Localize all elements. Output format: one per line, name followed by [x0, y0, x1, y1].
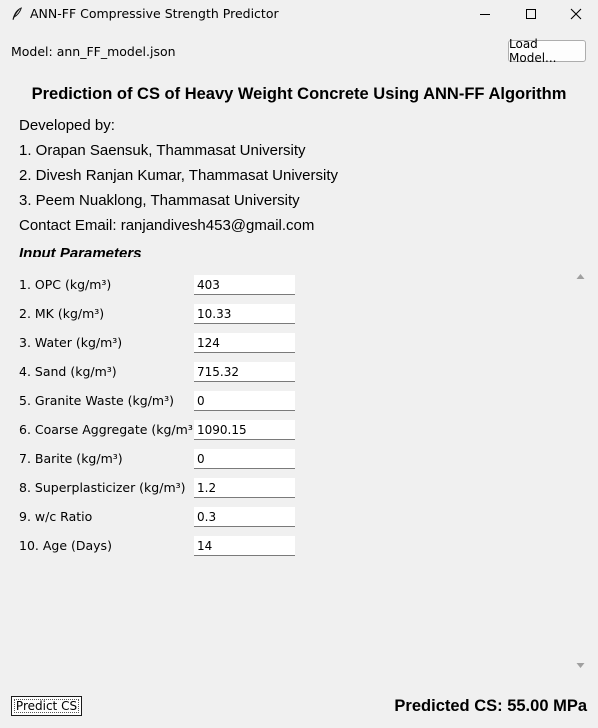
granite-waste-input[interactable]: 0	[194, 391, 295, 411]
predict-button-label: Predict CS	[15, 699, 78, 713]
param-label: 3. Water (kg/m³)	[19, 335, 123, 350]
scroll-track[interactable]	[572, 282, 573, 660]
page-title: Prediction of CS of Heavy Weight Concret…	[31, 85, 567, 103]
load-model-button[interactable]: Load Model...	[508, 37, 586, 65]
wc-ratio-input[interactable]: 0.3	[194, 507, 295, 527]
author-line: 2. Divesh Ranjan Kumar, Thammasat Univer…	[19, 167, 339, 184]
title-bar[interactable]: ANN-FF Compressive Strength Predictor	[0, 0, 598, 28]
parameters-panel: 1. OPC (kg/m³) 403 2. MK (kg/m³) 10.33 3…	[11, 266, 587, 676]
param-label: 5. Granite Waste (kg/m³)	[19, 393, 174, 408]
param-label: 8. Superplasticizer (kg/m³)	[19, 480, 186, 495]
param-label: 4. Sand (kg/m³)	[19, 364, 117, 379]
minimize-button[interactable]	[462, 0, 508, 28]
maximize-button[interactable]	[508, 0, 554, 28]
coarse-aggregate-input[interactable]: 1090.15	[194, 420, 295, 440]
param-label: 2. MK (kg/m³)	[19, 306, 105, 321]
minimize-icon	[480, 14, 490, 15]
param-label: 1. OPC (kg/m³)	[19, 277, 112, 292]
window-title: ANN-FF Compressive Strength Predictor	[30, 6, 279, 21]
maximize-icon	[526, 9, 536, 19]
vertical-scrollbar[interactable]	[572, 266, 588, 676]
scroll-down-arrow-icon[interactable]	[576, 662, 585, 669]
predicted-cs-result: Predicted CS: 55.00 MPa	[394, 697, 587, 715]
param-label: 7. Barite (kg/m³)	[19, 451, 123, 466]
opc-input[interactable]: 403	[194, 275, 295, 295]
superplasticizer-input[interactable]: 1.2	[194, 478, 295, 498]
feather-icon	[9, 6, 25, 22]
param-label: 9. w/c Ratio	[19, 509, 93, 524]
input-parameters-label: Input Parameters	[19, 245, 142, 257]
close-icon	[570, 8, 582, 20]
close-button[interactable]	[553, 0, 598, 28]
water-input[interactable]: 124	[194, 333, 295, 353]
scroll-up-arrow-icon[interactable]	[576, 273, 585, 280]
param-label: 10. Age (Days)	[19, 538, 112, 553]
mk-input[interactable]: 10.33	[194, 304, 295, 324]
author-line: 3. Peem Nuaklong, Thammasat University	[19, 192, 300, 209]
age-input[interactable]: 14	[194, 536, 295, 556]
developed-by-label: Developed by:	[19, 117, 115, 134]
author-line: 1. Orapan Saensuk, Thammasat University	[19, 142, 306, 159]
sand-input[interactable]: 715.32	[194, 362, 295, 382]
barite-input[interactable]: 0	[194, 449, 295, 469]
contact-email: Contact Email: ranjandivesh453@gmail.com	[19, 217, 315, 234]
param-label: 6. Coarse Aggregate (kg/m³)	[19, 422, 198, 437]
predict-cs-button[interactable]: Predict CS	[11, 696, 82, 716]
model-label: Model: ann_FF_model.json	[11, 44, 176, 59]
